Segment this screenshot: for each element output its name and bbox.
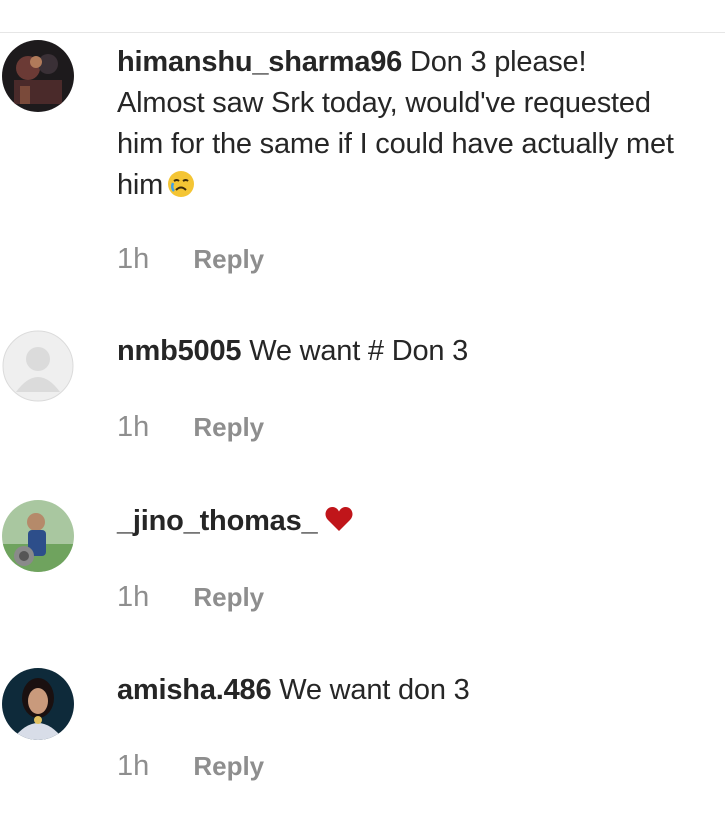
comment-item: himanshu_sharma96 Don 3 please! Almost s…: [0, 0, 725, 300]
comment-timestamp: 1h: [117, 581, 150, 613]
comment-body: amisha.486 We want don 3: [117, 670, 677, 711]
comment-meta: 1h Reply: [117, 410, 264, 444]
comment-username[interactable]: _jino_thomas_: [117, 505, 318, 537]
reply-button[interactable]: Reply: [193, 412, 264, 442]
comment-body: nmb5005 We want # Don 3: [117, 331, 677, 372]
avatar[interactable]: [2, 668, 74, 740]
comment-timestamp: 1h: [117, 750, 150, 782]
comment-timestamp: 1h: [117, 243, 150, 275]
comment-item: _jino_thomas_ 1h Reply: [0, 470, 725, 640]
avatar[interactable]: [2, 330, 74, 402]
comment-item: nmb5005 We want # Don 3 1h Reply: [0, 300, 725, 470]
reply-button[interactable]: Reply: [193, 244, 264, 274]
comment-username[interactable]: nmb5005: [117, 335, 242, 367]
avatar[interactable]: [2, 500, 74, 572]
comment-text: We want # Don 3: [249, 335, 469, 367]
comment-username[interactable]: himanshu_sharma96: [117, 46, 402, 78]
comment-meta: 1h Reply: [117, 580, 264, 614]
reply-button[interactable]: Reply: [193, 582, 264, 612]
comment-meta: 1h Reply: [117, 242, 264, 276]
comment-text: We want don 3: [279, 674, 470, 706]
reply-button[interactable]: Reply: [193, 751, 264, 781]
comment-body: _jino_thomas_: [117, 501, 677, 544]
comment-timestamp: 1h: [117, 411, 150, 443]
avatar[interactable]: [2, 40, 74, 112]
comment-username[interactable]: amisha.486: [117, 674, 272, 706]
red-heart-emoji-icon: [325, 503, 353, 544]
comment-meta: 1h Reply: [117, 749, 264, 783]
comment-body: himanshu_sharma96 Don 3 please! Almost s…: [117, 42, 677, 210]
comment-item: amisha.486 We want don 3 1h Reply: [0, 640, 725, 819]
crying-face-emoji-icon: [167, 169, 195, 210]
